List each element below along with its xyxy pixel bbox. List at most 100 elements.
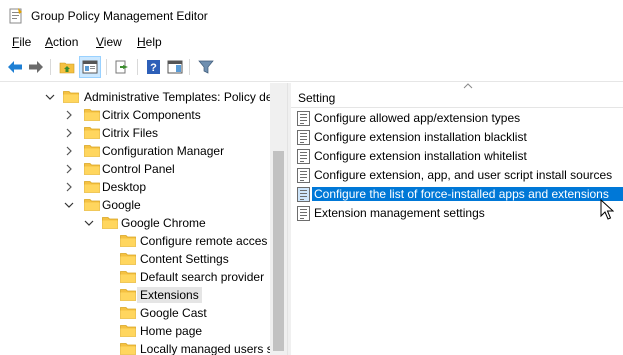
- tree-item-label: Extensions: [137, 287, 202, 303]
- svg-text:?: ?: [150, 62, 157, 74]
- tree-item-label: Content Settings: [140, 252, 229, 266]
- up-level-button[interactable]: [58, 58, 76, 76]
- policy-setting-icon: [297, 206, 310, 221]
- folder-icon: [84, 162, 100, 175]
- policy-setting-icon: [297, 187, 310, 202]
- window-title: Group Policy Management Editor: [31, 9, 208, 23]
- tree-item[interactable]: Google Chrome: [0, 214, 270, 232]
- help-button[interactable]: ?: [145, 58, 163, 76]
- toolbar-separator: [50, 59, 51, 75]
- setting-column-label: Setting: [298, 91, 336, 105]
- folder-icon: [84, 144, 100, 157]
- tree-item[interactable]: Google Cast: [0, 304, 270, 322]
- policy-setting-icon: [297, 168, 310, 183]
- tree-item[interactable]: Administrative Templates: Policy de: [0, 88, 270, 106]
- folder-icon: [120, 252, 136, 265]
- mouse-cursor-icon: [600, 199, 614, 220]
- setting-label: Configure the list of force-installed ap…: [312, 187, 623, 201]
- properties-pane-icon: [167, 60, 183, 74]
- setting-row[interactable]: Configure extension installation blackli…: [291, 128, 623, 147]
- tree-scrollbar[interactable]: [270, 83, 287, 355]
- tree-item-label: Locally managed users s: [140, 342, 270, 355]
- tree-view: Administrative Templates: Policy de Citri…: [0, 83, 270, 355]
- tree-item-label: Administrative Templates: Policy de: [84, 90, 270, 104]
- show-hide-tree-button[interactable]: [79, 56, 101, 78]
- export-list-button[interactable]: [114, 58, 132, 76]
- tree-item-label: Citrix Files: [102, 126, 158, 140]
- tree-pane: Administrative Templates: Policy de Citri…: [0, 83, 287, 355]
- tree-scrollbar-thumb[interactable]: [273, 151, 284, 351]
- chevron-right-icon[interactable]: [64, 181, 74, 192]
- chevron-right-icon[interactable]: [64, 109, 74, 120]
- filter-icon: [198, 60, 214, 74]
- setting-row[interactable]: Configure the list of force-installed ap…: [291, 185, 623, 204]
- folder-icon: [84, 126, 100, 139]
- tree-item[interactable]: Configuration Manager: [0, 142, 270, 160]
- tree-item-label: Configure remote acces: [140, 234, 268, 248]
- folder-icon: [102, 216, 118, 229]
- menu-file[interactable]: File: [12, 35, 31, 49]
- tree-item-label: Control Panel: [102, 162, 175, 176]
- tree-item-label: Google: [102, 198, 141, 212]
- tree-item-label: Google Chrome: [121, 216, 206, 230]
- tree-item[interactable]: Home page: [0, 322, 270, 340]
- setting-label: Configure extension installation whiteli…: [314, 149, 527, 163]
- policy-setting-icon: [297, 149, 310, 164]
- policy-setting-icon: [297, 111, 310, 126]
- menu-action[interactable]: Action: [45, 35, 78, 49]
- policy-setting-icon: [297, 130, 310, 145]
- filter-button[interactable]: [197, 58, 215, 76]
- tree-item[interactable]: Citrix Files: [0, 124, 270, 142]
- setting-row[interactable]: Extension management settings: [291, 204, 623, 223]
- forward-button[interactable]: [27, 58, 45, 76]
- folder-icon: [120, 270, 136, 283]
- properties-pane-button[interactable]: [166, 58, 184, 76]
- tree-item[interactable]: Control Panel: [0, 160, 270, 178]
- setting-row[interactable]: Configure extension installation whiteli…: [291, 147, 623, 166]
- tree-item-label: Home page: [140, 324, 203, 338]
- tree-item-label: Default search provider: [140, 270, 265, 284]
- tree-item-label: Google Cast: [140, 306, 207, 320]
- toolbar-separator: [189, 59, 190, 75]
- folder-icon: [120, 324, 136, 337]
- chevron-right-icon[interactable]: [64, 163, 74, 174]
- setting-label: Configure extension installation blackli…: [314, 130, 527, 144]
- tree-item[interactable]: Desktop: [0, 178, 270, 196]
- show-hide-tree-icon: [82, 60, 98, 74]
- title-bar: Group Policy Management Editor: [0, 0, 623, 32]
- menu-help[interactable]: Help: [137, 35, 162, 49]
- folder-icon: [120, 342, 136, 355]
- chevron-down-icon[interactable]: [84, 217, 94, 227]
- chevron-right-icon[interactable]: [64, 145, 74, 156]
- tree-item[interactable]: Default search provider: [0, 268, 270, 286]
- setting-label: Extension management settings: [314, 206, 485, 220]
- setting-row[interactable]: Configure allowed app/extension types: [291, 109, 623, 128]
- menu-view[interactable]: View: [96, 35, 122, 49]
- chevron-right-icon[interactable]: [64, 127, 74, 138]
- toolbar-separator: [106, 59, 107, 75]
- tree-item[interactable]: Locally managed users s: [0, 340, 270, 355]
- folder-icon: [120, 288, 136, 301]
- tree-item[interactable]: Google: [0, 196, 270, 214]
- chevron-down-icon[interactable]: [45, 91, 55, 101]
- export-list-icon: [115, 60, 128, 74]
- tree-item-label: Desktop: [102, 180, 147, 194]
- folder-icon: [84, 108, 100, 121]
- tree-item[interactable]: Configure remote acces: [0, 232, 270, 250]
- menu-bar: File Action View Help: [0, 32, 623, 52]
- setting-label: Configure allowed app/extension types: [314, 111, 521, 125]
- setting-row[interactable]: Configure extension, app, and user scrip…: [291, 166, 623, 185]
- back-arrow-icon: [8, 61, 22, 73]
- help-icon: ?: [147, 60, 160, 74]
- setting-column-header[interactable]: Setting: [291, 83, 623, 108]
- tree-item[interactable]: Extensions: [0, 286, 270, 304]
- back-button[interactable]: [6, 58, 24, 76]
- folder-icon: [84, 180, 100, 193]
- folder-icon: [120, 306, 136, 319]
- tree-item[interactable]: Content Settings: [0, 250, 270, 268]
- folder-icon: [84, 198, 100, 211]
- tree-item[interactable]: Citrix Components: [0, 106, 270, 124]
- forward-arrow-icon: [29, 61, 43, 73]
- chevron-down-icon[interactable]: [64, 199, 74, 209]
- setting-label: Configure extension, app, and user scrip…: [314, 168, 613, 182]
